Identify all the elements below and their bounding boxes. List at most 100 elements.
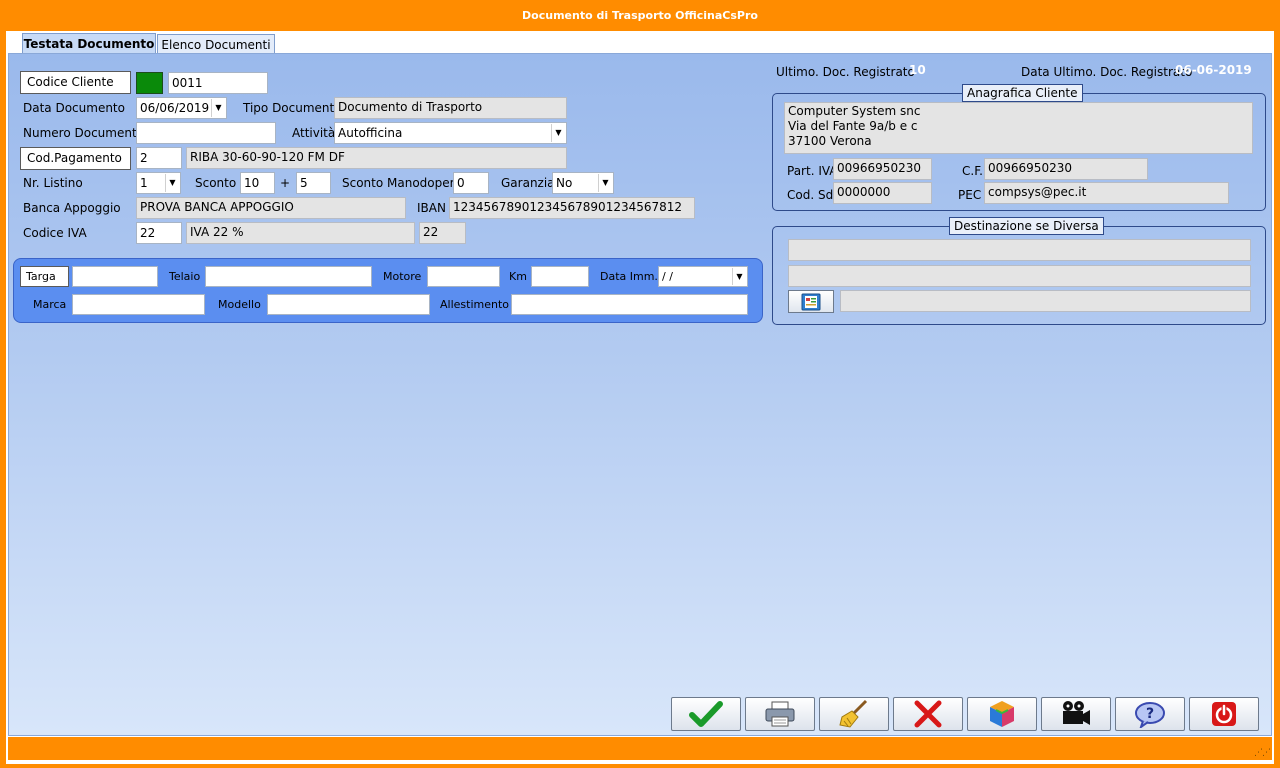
broom-icon	[839, 699, 868, 728]
clear-button[interactable]	[819, 697, 889, 731]
confirm-button[interactable]	[671, 697, 741, 731]
destinazione-lookup-button[interactable]	[788, 290, 834, 313]
data-documento-picker[interactable]: 06/06/2019 ▼	[136, 97, 227, 119]
destinazione-line-3	[840, 290, 1251, 312]
codice-fiscale-label: C.F.	[962, 164, 983, 178]
data-ultimo-doc-label: Data Ultimo. Doc. Registrato	[1021, 65, 1193, 79]
cancel-button[interactable]	[893, 697, 963, 731]
chevron-down-icon[interactable]: ▼	[165, 174, 179, 192]
modello-label: Modello	[218, 298, 261, 311]
garanzia-select[interactable]: No ▼	[552, 172, 614, 194]
allestimento-label: Allestimento	[440, 298, 510, 311]
attivita-value: Autofficina	[338, 126, 403, 140]
motore-input[interactable]	[427, 266, 500, 287]
nr-listino-value: 1	[140, 176, 148, 190]
targa-input[interactable]	[72, 266, 158, 287]
codice-iva-input[interactable]: 22	[136, 222, 182, 244]
sconto-manodopera-label: Sconto Manodopera	[342, 176, 462, 190]
codice-fiscale-field: 00966950230	[984, 158, 1148, 180]
anagrafica-cliente-legend: Anagrafica Cliente	[962, 84, 1083, 102]
data-ultimo-doc-value: 06-06-2019	[1175, 63, 1252, 77]
codice-cliente-button[interactable]: Codice Cliente	[20, 71, 131, 94]
anagrafica-line-3: 37100 Verona	[788, 134, 872, 148]
nr-listino-select[interactable]: 1 ▼	[136, 172, 181, 194]
sconto-manodopera-input[interactable]: 0	[453, 172, 489, 194]
cod-pagamento-button[interactable]: Cod.Pagamento	[20, 147, 131, 170]
telaio-label: Telaio	[169, 270, 201, 283]
address-book-icon	[801, 293, 821, 310]
cod-pagamento-description: RIBA 30-60-90-120 FM DF	[186, 147, 567, 169]
chevron-down-icon[interactable]: ▼	[211, 99, 225, 117]
data-documento-value: 06/06/2019	[140, 101, 210, 115]
telaio-input[interactable]	[205, 266, 372, 287]
exit-button[interactable]	[1189, 697, 1259, 731]
codice-iva-description: IVA 22 %	[186, 222, 415, 244]
anagrafica-address-block: Computer System snc Via del Fante 9a/b e…	[784, 102, 1253, 154]
camera-icon	[1063, 701, 1090, 725]
help-button[interactable]: ?	[1115, 697, 1185, 731]
tipo-documento-field: Documento di Trasporto	[334, 97, 567, 119]
iban-field: 123456789012345678901234567812	[449, 197, 695, 219]
printer-icon	[765, 701, 795, 727]
destinazione-line-1	[788, 239, 1251, 261]
power-icon	[1212, 702, 1236, 726]
check-icon	[689, 701, 723, 727]
help-icon: ?	[1135, 702, 1165, 728]
partita-iva-label: Part. IVA	[787, 164, 838, 178]
sconto-input-1[interactable]: 10	[240, 172, 275, 194]
km-input[interactable]	[531, 266, 589, 287]
cube-icon	[990, 701, 1014, 727]
chevron-down-icon[interactable]: ▼	[732, 268, 746, 285]
chevron-down-icon[interactable]: ▼	[598, 174, 612, 192]
svg-text:?: ?	[1146, 706, 1154, 722]
resize-grip-icon[interactable]: ⋰⋰	[1254, 748, 1271, 758]
pec-label: PEC	[958, 188, 982, 202]
attivita-label: Attività	[292, 126, 336, 140]
garanzia-label: Garanzia	[501, 176, 555, 190]
km-label: Km	[509, 270, 527, 283]
numero-documento-input[interactable]	[136, 122, 276, 144]
codice-iva-percentage: 22	[419, 222, 466, 244]
print-button[interactable]	[745, 697, 815, 731]
modello-input[interactable]	[267, 294, 430, 315]
status-bar	[8, 737, 1272, 760]
data-imm-value: / /	[662, 270, 673, 283]
codice-iva-label: Codice IVA	[23, 226, 87, 240]
ultimo-doc-value: 10	[909, 63, 926, 77]
attivita-select[interactable]: Autofficina ▼	[334, 122, 567, 144]
pec-field: compsys@pec.it	[984, 182, 1229, 204]
numero-documento-label: Numero Documento	[23, 126, 144, 140]
allestimento-input[interactable]	[511, 294, 748, 315]
data-documento-label: Data Documento	[23, 101, 125, 115]
codice-sdi-label: Cod. SdI	[787, 188, 837, 202]
window-title: Documento di Trasporto OfficinaCsPro	[0, 0, 1280, 31]
sconto-label: Sconto	[195, 176, 237, 190]
nr-listino-label: Nr. Listino	[23, 176, 83, 190]
video-button[interactable]	[1041, 697, 1111, 731]
iban-label: IBAN	[417, 201, 446, 215]
sconto-input-2[interactable]: 5	[296, 172, 331, 194]
data-imm-picker[interactable]: / / ▼	[658, 266, 748, 287]
destinazione-line-2	[788, 265, 1251, 287]
banca-appoggio-label: Banca Appoggio	[23, 201, 121, 215]
ultimo-doc-label: Ultimo. Doc. Registrato	[776, 65, 915, 79]
tipo-documento-label: Tipo Documento	[243, 101, 342, 115]
anagrafica-line-1: Computer System snc	[788, 104, 921, 118]
codice-sdi-field: 0000000	[833, 182, 932, 204]
garanzia-value: No	[556, 176, 573, 190]
chevron-down-icon[interactable]: ▼	[551, 124, 565, 142]
sconto-plus-sign: +	[280, 176, 291, 190]
marca-label: Marca	[33, 298, 67, 311]
modules-button[interactable]	[967, 697, 1037, 731]
codice-cliente-input[interactable]: 0011	[168, 72, 268, 94]
targa-button[interactable]: Targa	[20, 266, 69, 287]
banca-appoggio-field: PROVA BANCA APPOGGIO	[136, 197, 406, 219]
destinazione-legend: Destinazione se Diversa	[949, 217, 1104, 235]
anagrafica-line-2: Via del Fante 9a/b e c	[788, 119, 918, 133]
marca-input[interactable]	[72, 294, 205, 315]
data-imm-label: Data Imm.	[600, 270, 658, 283]
cod-pagamento-input[interactable]: 2	[136, 147, 182, 169]
cancel-x-icon	[914, 700, 942, 728]
partita-iva-field: 00966950230	[833, 158, 932, 180]
motore-label: Motore	[383, 270, 422, 283]
